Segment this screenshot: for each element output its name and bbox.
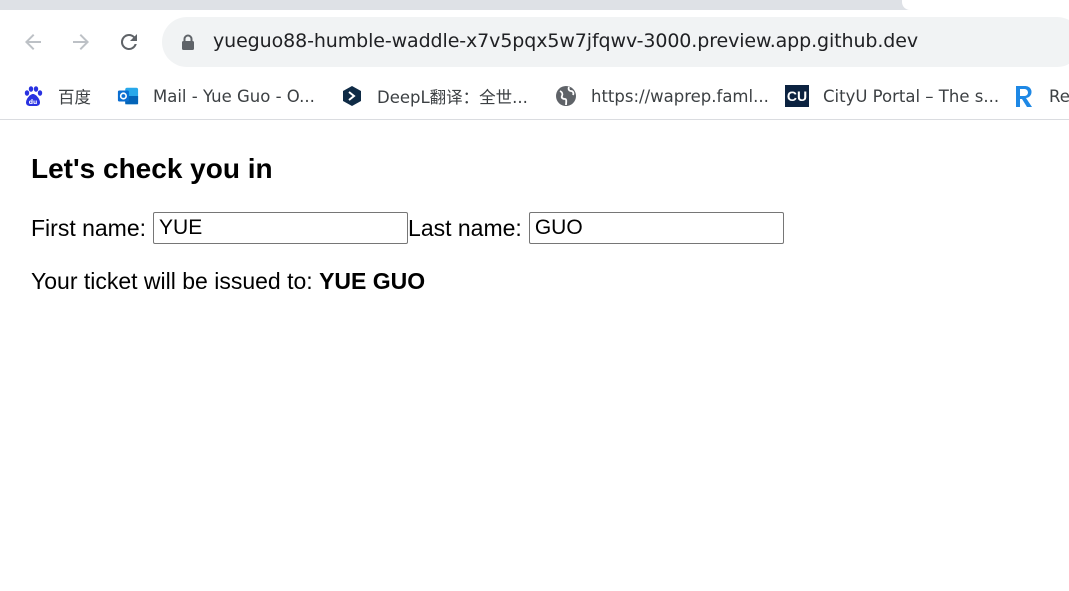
bookmark-r[interactable]: Re (1013, 82, 1069, 110)
ticket-summary: Your ticket will be issued to: YUE GUO (31, 268, 425, 295)
first-name-label: First name: (31, 214, 147, 241)
page-content: Let's check you in First name: Last name… (31, 152, 784, 294)
lock-icon[interactable] (181, 34, 195, 50)
ticket-name: YUE GUO (319, 268, 426, 294)
back-button[interactable] (18, 27, 48, 57)
ticket-prefix: Your ticket will be issued to: (31, 268, 320, 294)
last-name-input[interactable] (528, 212, 784, 244)
reload-button[interactable] (114, 27, 144, 57)
svg-text:du: du (29, 99, 38, 106)
r-logo-icon (1013, 85, 1035, 107)
bookmark-label: Re (1049, 86, 1069, 106)
baidu-paw-icon: du (22, 85, 44, 107)
forward-button[interactable] (66, 27, 96, 57)
bookmark-label: DeepL翻译：全世... (377, 88, 528, 107)
bookmark-label: Mail - Yue Guo - O... (153, 86, 315, 106)
bookmarks-bar: du 百度 Mail - Yue Guo - O... DeepL翻译：全世..… (0, 74, 1069, 120)
page-heading: Let's check you in (31, 153, 273, 184)
url-text[interactable]: yueguo88-humble-waddle-x7v5pqx5w7jfqwv-3… (213, 30, 918, 52)
globe-icon (555, 85, 577, 107)
back-arrow-icon (25, 34, 41, 50)
name-form: First name: Last name: (31, 212, 784, 244)
bookmark-label: 百度 (58, 88, 91, 107)
bookmark-baidu[interactable]: du 百度 (22, 82, 91, 110)
first-name-input[interactable] (153, 212, 409, 244)
reload-icon (120, 33, 137, 50)
browser-toolbar: yueguo88-humble-waddle-x7v5pqx5w7jfqwv-3… (0, 10, 1069, 74)
active-tab[interactable] (902, 0, 1069, 10)
bookmark-mail[interactable]: Mail - Yue Guo - O... (117, 82, 315, 110)
bookmark-deepl[interactable]: DeepL翻译：全世... (341, 82, 528, 110)
deepl-icon (341, 85, 363, 107)
bookmark-label: https://waprep.faml... (591, 86, 769, 106)
forward-arrow-icon (73, 34, 89, 50)
tab-strip (0, 0, 1069, 10)
bookmark-cityu[interactable]: CU CityU Portal – The s... (785, 82, 999, 110)
last-name-label: Last name: (408, 214, 522, 241)
outlook-icon (117, 85, 139, 107)
bookmark-waprep[interactable]: https://waprep.faml... (555, 82, 769, 110)
bookmark-label: CityU Portal – The s... (823, 86, 1000, 106)
address-bar[interactable]: yueguo88-humble-waddle-x7v5pqx5w7jfqwv-3… (162, 17, 1069, 67)
cityu-icon: CU (785, 85, 809, 107)
